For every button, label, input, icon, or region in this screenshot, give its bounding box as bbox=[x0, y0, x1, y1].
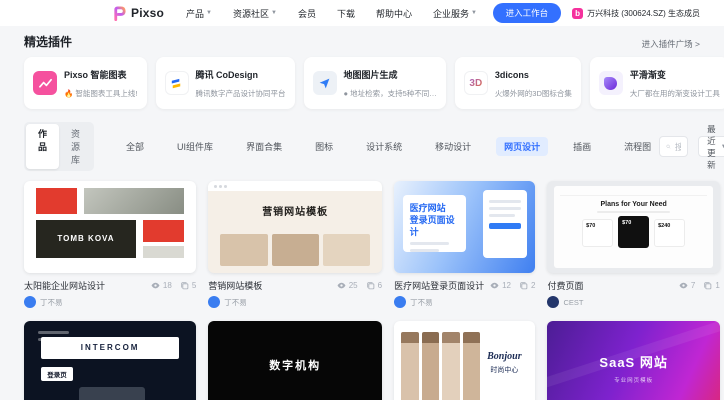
card-author[interactable]: CEST bbox=[547, 296, 719, 308]
gallery-card: 数字机构 SquareUp – 数码产品工作室 120 15 合设文 bbox=[208, 321, 382, 400]
nav-item-community[interactable]: 资源社区▼ bbox=[233, 7, 277, 20]
eye-icon bbox=[490, 281, 499, 290]
filter-bar: 作品 资源库 全部 UI组件库 界面合集 图标 设计系统 移动设计 网页设计 插… bbox=[24, 122, 700, 171]
plugin-card-map-image[interactable]: 地图图片生成● 地址检索，支持5种不同… bbox=[304, 57, 446, 109]
avatar bbox=[24, 296, 36, 308]
card-stats: 18 5 bbox=[151, 281, 196, 290]
gallery-card: TOMB KOVA 太阳能企业网站设计 18 5 丁不易 bbox=[24, 181, 196, 308]
thumbnail-solar-website[interactable]: TOMB KOVA bbox=[24, 181, 196, 273]
avatar bbox=[547, 296, 559, 308]
codesign-icon bbox=[165, 71, 189, 95]
copy-icon bbox=[519, 281, 528, 290]
category-ui-kits[interactable]: UI组件库 bbox=[169, 137, 221, 156]
category-flowchart[interactable]: 流程图 bbox=[616, 137, 659, 156]
featured-plugins-row: Pixso 智能图表🔥 智能图表工具上线! 腾讯 CoDesign腾讯数字产品设… bbox=[24, 57, 700, 109]
category-tabs: 全部 UI组件库 界面合集 图标 设计系统 移动设计 网页设计 插画 流程图 bbox=[118, 137, 659, 156]
gallery-card: Bonjour 时尚中心 Bonjour – 时尚中心 94 14 海设文 bbox=[394, 321, 535, 400]
card-title[interactable]: 太阳能企业网站设计 bbox=[24, 279, 145, 292]
search-box[interactable] bbox=[659, 136, 688, 157]
card-author[interactable]: 丁不易 bbox=[394, 296, 535, 308]
category-page-collections[interactable]: 界面合集 bbox=[238, 137, 290, 156]
wondershare-badge: b 万兴科技 (300624.SZ) 生态成员 bbox=[572, 8, 700, 19]
eye-icon bbox=[679, 281, 688, 290]
header-right: 进入工作台 b 万兴科技 (300624.SZ) 生态成员 bbox=[493, 3, 700, 23]
wondershare-text: 万兴科技 (300624.SZ) 生态成员 bbox=[587, 8, 700, 19]
pixso-logo[interactable]: Pixso bbox=[112, 6, 164, 21]
search-icon bbox=[666, 141, 671, 152]
card-stats: 25 6 bbox=[337, 281, 382, 290]
copy-icon bbox=[366, 281, 375, 290]
main-content: 精选插件 进入插件广场 > Pixso 智能图表🔥 智能图表工具上线! 腾讯 C… bbox=[0, 26, 724, 400]
copy-icon bbox=[180, 281, 189, 290]
eye-icon bbox=[151, 281, 160, 290]
card-stats: 7 1 bbox=[679, 281, 720, 290]
nav-item-help-center[interactable]: 帮助中心 bbox=[376, 7, 412, 20]
card-author[interactable]: 丁不易 bbox=[208, 296, 382, 308]
thumbnail-saas-website[interactable]: SaaS 网站 专业网页模板 bbox=[547, 321, 719, 400]
view-toggle: 作品 资源库 bbox=[24, 122, 94, 171]
gallery-card: 医疗网站 登录页面设计 医疗网站登录页面设计 12 2 丁不易 bbox=[394, 181, 535, 308]
card-stats: 12 2 bbox=[490, 281, 535, 290]
gallery-card: 营销网站模板 营销网站模板 25 6 丁不易 bbox=[208, 181, 382, 308]
plugin-card-smart-chart[interactable]: Pixso 智能图表🔥 智能图表工具上线! bbox=[24, 57, 147, 109]
category-all[interactable]: 全部 bbox=[118, 137, 152, 156]
card-title[interactable]: 付费页面 bbox=[547, 279, 672, 292]
category-design-systems[interactable]: 设计系统 bbox=[358, 137, 410, 156]
category-mobile-design[interactable]: 移动设计 bbox=[427, 137, 479, 156]
nav-item-membership[interactable]: 会员 bbox=[298, 7, 316, 20]
chart-icon bbox=[33, 71, 57, 95]
thumbnail-intercom-login[interactable]: INTERCOM 登录页 bbox=[24, 321, 196, 400]
sort-dropdown[interactable]: 最近更新 ▼ bbox=[698, 136, 724, 157]
tab-works[interactable]: 作品 bbox=[26, 124, 59, 169]
chevron-down-icon: ▼ bbox=[206, 10, 212, 16]
gradient-icon bbox=[599, 71, 623, 95]
eye-icon bbox=[337, 281, 346, 290]
category-icons[interactable]: 图标 bbox=[307, 137, 341, 156]
plugin-card-codesign[interactable]: 腾讯 CoDesign腾讯数字产品设计协同平台 bbox=[156, 57, 295, 109]
thumbnail-marketing-template[interactable]: 营销网站模板 bbox=[208, 181, 382, 273]
nav-item-download[interactable]: 下载 bbox=[337, 7, 355, 20]
plugin-card-smooth-gradient[interactable]: 平滑渐变大厂都在用的渐变设计工具 bbox=[590, 57, 724, 109]
main-nav: 产品▼ 资源社区▼ 会员 下载 帮助中心 企业服务▼ bbox=[186, 7, 477, 20]
card-title[interactable]: 医疗网站登录页面设计 bbox=[394, 279, 484, 292]
gallery-grid: TOMB KOVA 太阳能企业网站设计 18 5 丁不易 营销 bbox=[24, 181, 700, 400]
card-author[interactable]: 丁不易 bbox=[24, 296, 196, 308]
tab-resource-library[interactable]: 资源库 bbox=[59, 124, 92, 169]
chevron-down-icon: ▼ bbox=[471, 10, 477, 16]
card-title[interactable]: 营销网站模板 bbox=[208, 279, 330, 292]
thumbnail-pricing-page[interactable]: Plans for Your Need $70 $70 $240 bbox=[547, 181, 719, 273]
chevron-down-icon: ▼ bbox=[271, 10, 277, 16]
avatar bbox=[208, 296, 220, 308]
thumbnail-fashion-center[interactable]: Bonjour 时尚中心 bbox=[394, 321, 535, 400]
plugin-card-3dicons[interactable]: 3D 3dicons火爆外网的3D图标合集 bbox=[455, 57, 581, 109]
logo-text: Pixso bbox=[131, 6, 164, 20]
search-input[interactable] bbox=[675, 142, 681, 152]
thumbnail-medical-login[interactable]: 医疗网站 登录页面设计 bbox=[394, 181, 535, 273]
nav-item-enterprise[interactable]: 企业服务▼ bbox=[433, 7, 477, 20]
gallery-card: Plans for Your Need $70 $70 $240 付费页面 7 … bbox=[547, 181, 719, 308]
gallery-card: SaaS 网站 专业网页模板 Sass Application – Cypres… bbox=[547, 321, 719, 400]
avatar bbox=[394, 296, 406, 308]
3d-icon: 3D bbox=[464, 71, 488, 95]
map-icon bbox=[313, 71, 337, 95]
pixso-logo-icon bbox=[112, 6, 127, 21]
plugin-plaza-link[interactable]: 进入插件广场 > bbox=[642, 38, 700, 50]
section-title-featured-plugins: 精选插件 bbox=[24, 33, 72, 50]
nav-item-products[interactable]: 产品▼ bbox=[186, 7, 212, 20]
top-navigation-bar: Pixso 产品▼ 资源社区▼ 会员 下载 帮助中心 企业服务▼ 进入工作台 b… bbox=[0, 0, 724, 26]
gallery-card: INTERCOM 登录页 可编辑的 Intercom 登录页面 150 20 郑… bbox=[24, 321, 196, 400]
thumbnail-digital-agency[interactable]: 数字机构 bbox=[208, 321, 382, 400]
copy-icon bbox=[703, 281, 712, 290]
category-illustration[interactable]: 插画 bbox=[565, 137, 599, 156]
enter-workspace-button[interactable]: 进入工作台 bbox=[493, 3, 562, 23]
category-web-design[interactable]: 网页设计 bbox=[496, 137, 548, 156]
wondershare-b-icon: b bbox=[572, 8, 583, 19]
